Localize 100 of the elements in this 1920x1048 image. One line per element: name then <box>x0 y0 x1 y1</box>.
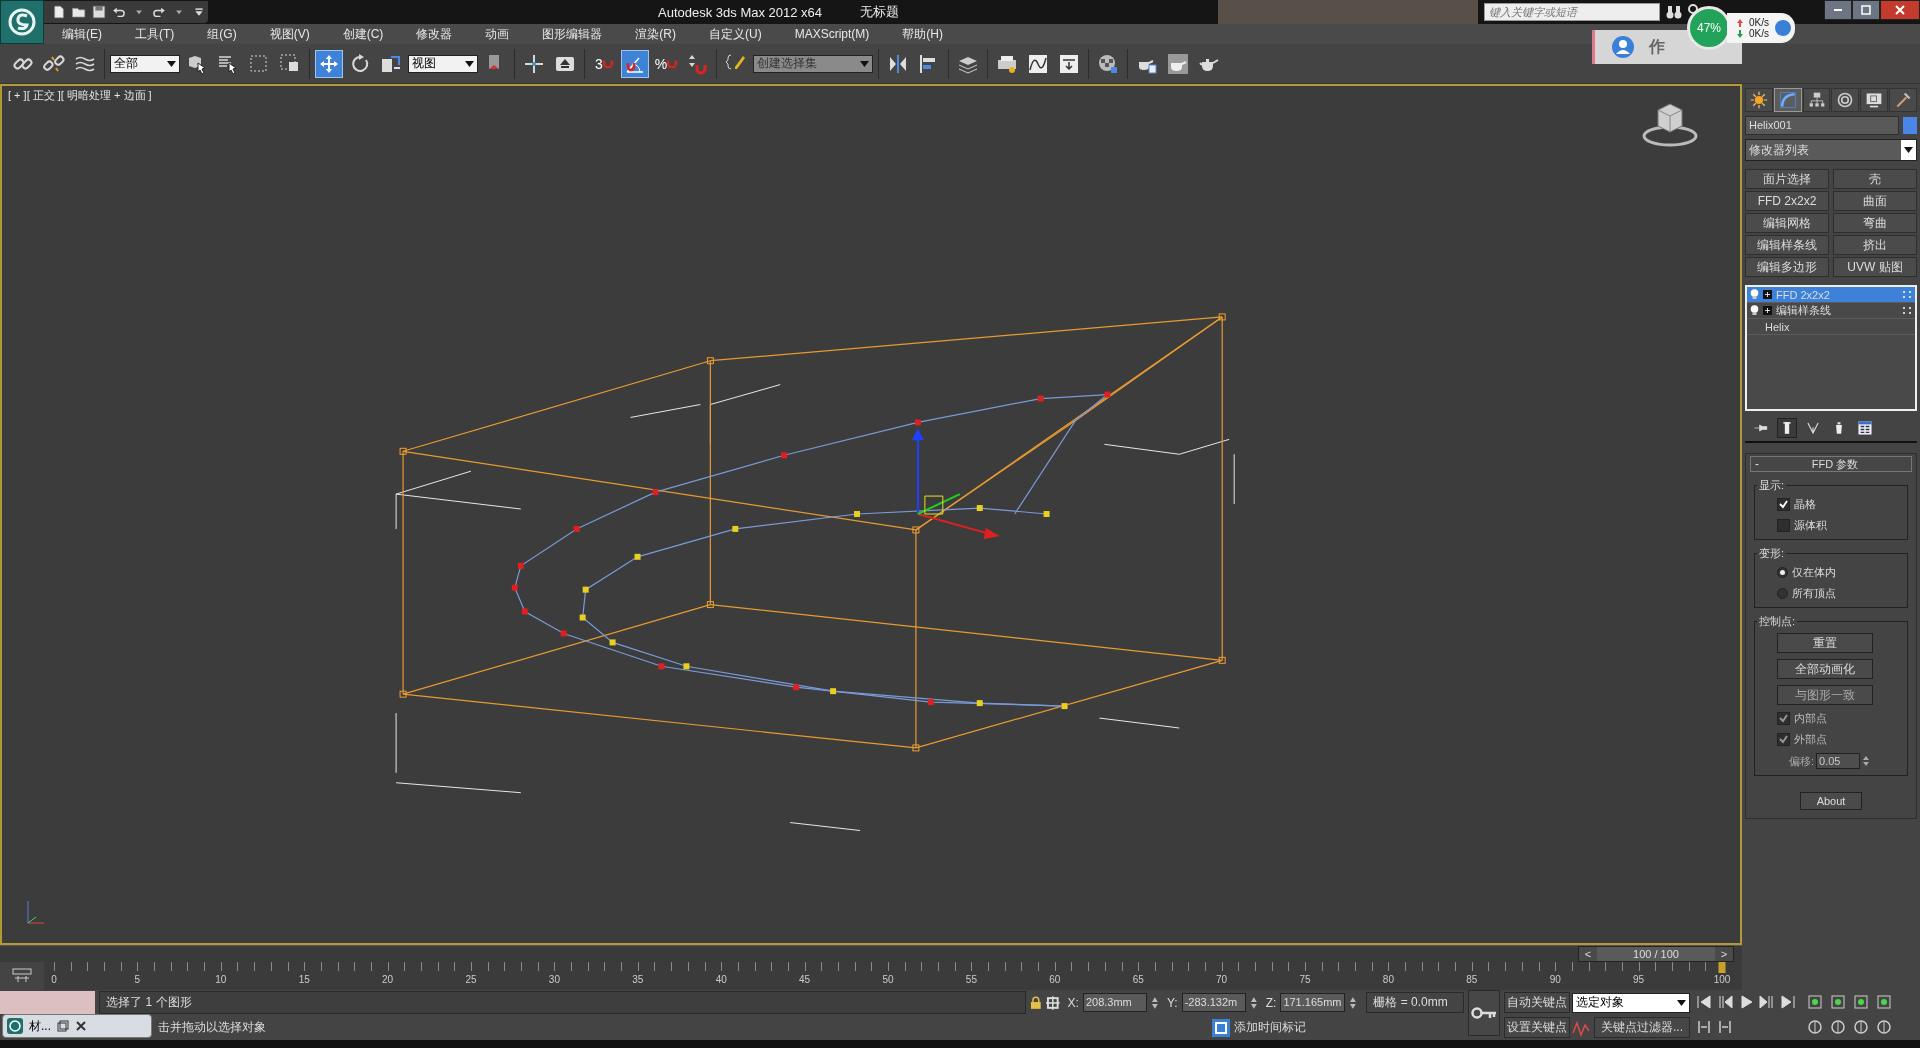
menu-item[interactable]: 帮助(H) <box>892 25 953 43</box>
radio-label: 所有顶点 <box>1792 586 1836 601</box>
modifier-button[interactable]: 编辑样条线 <box>1745 235 1829 255</box>
rollout-header[interactable]: - FFD 参数 <box>1750 456 1912 472</box>
modifier-button[interactable]: UVW 贴图 <box>1833 257 1917 277</box>
user-icon[interactable] <box>1611 35 1635 59</box>
object-color-swatch[interactable] <box>1903 117 1917 134</box>
auto-key-button[interactable]: 自动关键点 <box>1504 992 1570 1013</box>
next-frame-button[interactable]: > <box>1715 947 1733 961</box>
menu-item[interactable]: 编辑(E) <box>52 25 112 43</box>
frame-number: 25 <box>465 974 477 985</box>
key-icon <box>1471 1007 1497 1019</box>
field-of-view-icon <box>1807 1018 1823 1035</box>
checkbox-label: 内部点 <box>1794 711 1827 726</box>
end-result-button[interactable] <box>1777 418 1797 438</box>
taskbar-window-preview[interactable]: 材... <box>2 1014 152 1038</box>
menu-item[interactable]: 渲染(R) <box>625 25 686 43</box>
check-icon <box>1779 500 1788 509</box>
dropdown[interactable]: 视图 <box>408 54 478 73</box>
menu-item[interactable]: MAXScript(M) <box>784 27 880 41</box>
configure-button[interactable] <box>1855 418 1875 438</box>
coordinate-field[interactable]: -283.132m <box>1181 993 1246 1012</box>
modifier-button[interactable]: 弯曲 <box>1833 213 1917 233</box>
go-start-button[interactable] <box>1694 993 1714 1010</box>
expand-plus-icon[interactable] <box>1763 290 1772 299</box>
menu-item[interactable]: 动画 <box>475 25 520 43</box>
previous-frame-button[interactable]: < <box>1579 947 1597 961</box>
object-name-field[interactable]: Helix001 <box>1745 116 1899 135</box>
coordinate-field[interactable]: 171.165mm <box>1280 993 1345 1012</box>
modify-tab[interactable] <box>1773 88 1802 112</box>
minimize-button[interactable] <box>1824 0 1852 20</box>
dropdown[interactable]: 全部 <box>110 54 180 73</box>
panel-button[interactable]: 重置 <box>1777 633 1873 653</box>
app-logo[interactable] <box>0 0 44 44</box>
menu-item[interactable]: 组(G) <box>197 25 247 43</box>
script-listener-field[interactable] <box>0 991 96 1014</box>
expand-plus-icon[interactable] <box>1763 306 1772 315</box>
move-button[interactable] <box>315 49 343 78</box>
modifier-button[interactable]: 曲面 <box>1833 191 1917 211</box>
utilities-tab[interactable] <box>1889 88 1917 112</box>
hierarchy-tab[interactable] <box>1802 88 1831 112</box>
menu-item[interactable]: 工具(T) <box>125 25 185 43</box>
window-label: 材... <box>29 1017 51 1035</box>
frame-ruler[interactable]: 0 5 10 15 20 25 30 35 40 45 50 55 60 65 70 75 80 85 90 95 100 <box>44 962 1742 990</box>
track-bar-toggle-icon[interactable] <box>12 968 32 984</box>
search-field[interactable]: 键入关键字或短语 <box>1484 3 1660 21</box>
zoom-icon <box>1807 993 1823 1010</box>
spinner-arrows-icon[interactable] <box>1862 754 1871 768</box>
modifier-button[interactable]: 编辑多边形 <box>1745 257 1829 277</box>
radio-button[interactable] <box>1777 567 1788 578</box>
toolbar-glyph[interactable]: 作 <box>1649 36 1665 58</box>
menu-item[interactable]: 创建(C) <box>332 25 394 43</box>
menu-item[interactable]: 自定义(U) <box>699 25 772 43</box>
document-icon <box>51 4 67 20</box>
menu-item[interactable]: 修改器 <box>406 25 463 43</box>
selection-mode-icon[interactable] <box>1046 995 1060 1010</box>
window-title: Autodesk 3ds Max 2012 x64 <box>658 4 823 20</box>
menu-item[interactable]: 视图(V) <box>259 25 320 43</box>
snap-toggle-button[interactable]: 3 <box>590 49 618 78</box>
snap-toggle-button[interactable]: % <box>652 49 680 78</box>
add-time-tag-label[interactable]: 添加时间标记 <box>1234 1019 1306 1036</box>
time-slider[interactable]: < 100 / 100 > <box>1578 946 1734 962</box>
modifier-button[interactable]: 面片选择 <box>1745 169 1829 189</box>
lock-icon[interactable] <box>1030 995 1042 1010</box>
coordinate-field[interactable]: 208.3mm <box>1082 993 1148 1012</box>
stack-item[interactable]: Helix <box>1747 319 1915 335</box>
time-slider-track[interactable]: < 100 / 100 > <box>0 945 1742 962</box>
coordinate-label: X: <box>1067 995 1079 1010</box>
current-frame-marker <box>1718 962 1726 973</box>
angle-snap-button[interactable] <box>621 49 649 78</box>
display-tab[interactable] <box>1860 88 1889 112</box>
go-end-button[interactable] <box>1778 993 1798 1010</box>
maximize-button[interactable] <box>1852 0 1880 20</box>
menu-item[interactable]: 图形编辑器 <box>532 25 613 43</box>
stack-item[interactable]: 编辑样条线 <box>1747 303 1915 319</box>
modifier-button[interactable]: 编辑网格 <box>1745 213 1829 233</box>
key-filters-button[interactable]: 关键点过滤器... <box>1594 1017 1690 1038</box>
close-icon[interactable] <box>75 1020 87 1032</box>
set-key-mode-button[interactable] <box>1468 990 1500 1036</box>
radio-button[interactable] <box>1777 588 1788 599</box>
modifier-list-dropdown[interactable]: 修改器列表 <box>1745 139 1917 161</box>
viewport-label[interactable]: [ + ][ 正交 ][ 明暗处理 + 边面 ] <box>8 88 152 103</box>
restore-icon[interactable] <box>57 1020 69 1032</box>
close-button[interactable] <box>1880 0 1920 20</box>
collapse-toggle[interactable]: - <box>1755 457 1759 471</box>
minimize-icon <box>1834 9 1842 11</box>
checkbox[interactable] <box>1777 498 1790 511</box>
modifier-button[interactable]: FFD 2x2x2 <box>1745 191 1829 211</box>
modifier-button[interactable]: 挤出 <box>1833 235 1917 255</box>
create-tab[interactable] <box>1745 88 1773 112</box>
panel-button[interactable]: 全部动画化 <box>1777 659 1873 679</box>
modifier-button[interactable]: 壳 <box>1833 169 1917 189</box>
set-key-button[interactable]: 设置关键点 <box>1504 1017 1570 1038</box>
motion-tab[interactable] <box>1831 88 1860 112</box>
checkbox[interactable] <box>1777 519 1790 532</box>
time-tag-icon[interactable] <box>1212 1018 1230 1037</box>
selection-set-dropdown[interactable]: 选定对象 <box>1572 992 1690 1013</box>
about-button[interactable]: About <box>1800 792 1862 810</box>
viewport[interactable]: [ + ][ 正交 ][ 明暗处理 + 边面 ] <box>0 84 1742 945</box>
frame-number: 15 <box>298 974 310 985</box>
